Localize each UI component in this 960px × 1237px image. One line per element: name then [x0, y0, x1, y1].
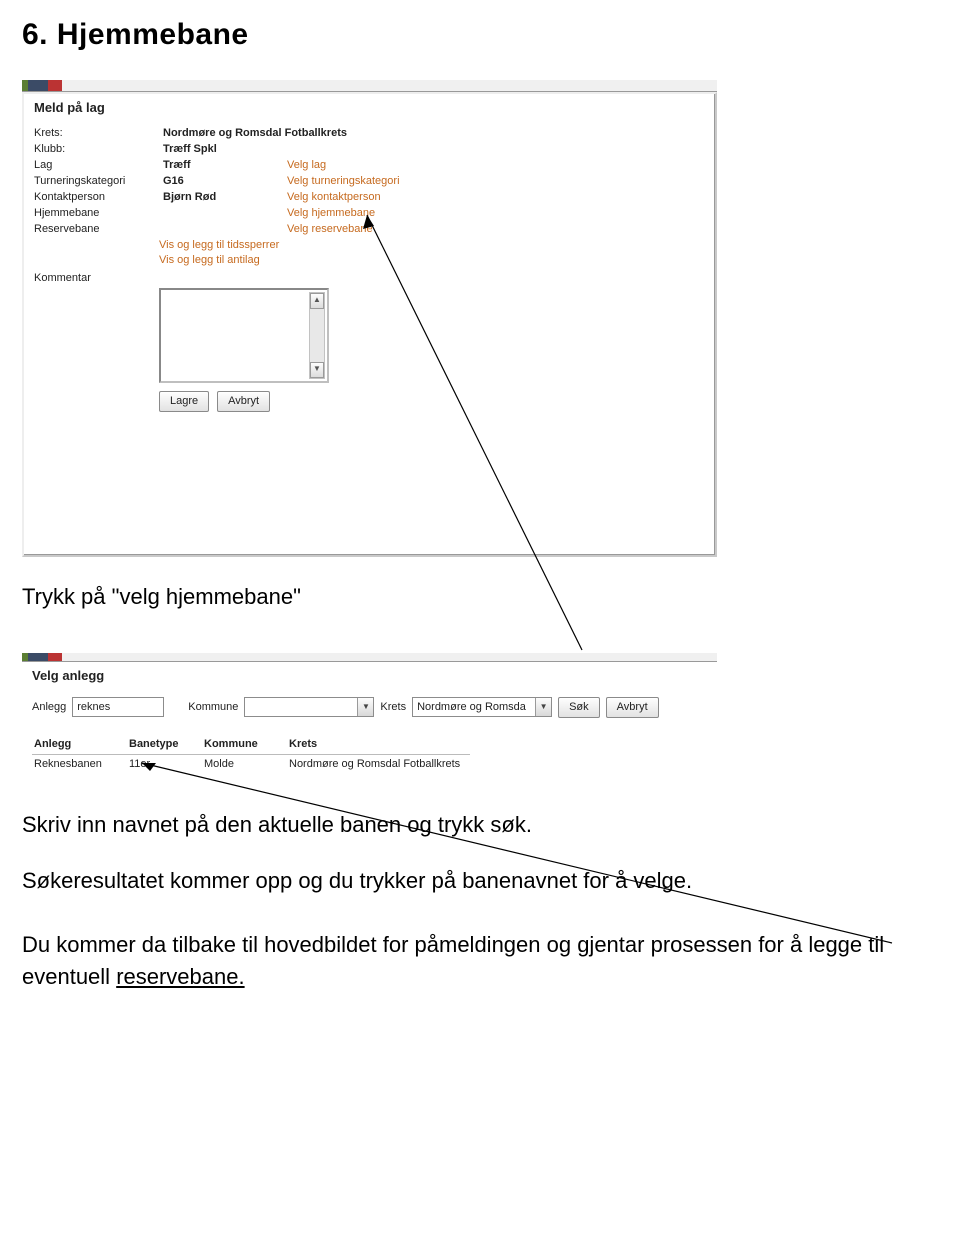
label-kommune: Kommune: [188, 701, 238, 713]
lagre-button[interactable]: Lagre: [159, 391, 209, 412]
label-klubb: Klubb:: [34, 143, 159, 155]
label-reservebane: Reservebane: [34, 223, 159, 235]
result-table: Anlegg Banetype Kommune Krets Reknesbane…: [32, 736, 470, 773]
kommentar-textarea[interactable]: ▲ ▼: [159, 288, 329, 383]
label-kommentar: Kommentar: [34, 266, 159, 284]
chevron-down-icon[interactable]: ▼: [357, 698, 373, 716]
chevron-down-icon[interactable]: ▼: [535, 698, 551, 716]
col-anlegg: Anlegg: [32, 736, 127, 755]
label-anlegg: Anlegg: [32, 701, 66, 713]
col-kommune: Kommune: [202, 736, 287, 755]
cell-banetype: 11er: [127, 754, 202, 773]
label-krets: Krets: [380, 701, 406, 713]
link-tidssperrer[interactable]: Vis og legg til tidssperrer: [159, 239, 705, 251]
panel-title: Meld på lag: [24, 94, 715, 125]
label-lag: Lag: [34, 159, 159, 171]
scroll-down-icon[interactable]: ▼: [310, 362, 324, 378]
value-lag: Træff: [163, 159, 283, 171]
col-banetype: Banetype: [127, 736, 202, 755]
screenshot-velg-anlegg: Velg anlegg Anlegg Kommune ▼ Krets ▼ Søk…: [22, 653, 717, 785]
screenshot-meld-paa-lag: Meld på lag Krets: Nordmøre og Romsdal F…: [22, 80, 717, 557]
avbryt-button[interactable]: Avbryt: [606, 697, 659, 718]
label-krets: Krets:: [34, 127, 159, 139]
link-velg-reservebane[interactable]: Velg reservebane: [287, 223, 705, 235]
krets-select[interactable]: [412, 697, 552, 717]
instruction-3: Søkeresultatet kommer opp og du trykker …: [22, 865, 938, 897]
panel-title: Velg anlegg: [32, 668, 707, 683]
anlegg-input[interactable]: [72, 697, 164, 717]
link-velg-lag[interactable]: Velg lag: [287, 159, 705, 171]
label-hjemmebane: Hjemmebane: [34, 207, 159, 219]
label-turneringskategori: Turneringskategori: [34, 175, 159, 187]
instruction-1: Trykk på "velg hjemmebane": [22, 581, 938, 613]
value-turneringskategori: G16: [163, 175, 283, 187]
textarea-scrollbar[interactable]: ▲ ▼: [309, 292, 325, 379]
instruction-2: Skriv inn navnet på den aktuelle banen o…: [22, 809, 938, 841]
link-velg-hjemmebane[interactable]: Velg hjemmebane: [287, 207, 705, 219]
instruction-4: Du kommer da tilbake til hovedbildet for…: [22, 929, 938, 993]
sok-button[interactable]: Søk: [558, 697, 600, 718]
value-krets: Nordmøre og Romsdal Fotballkrets: [163, 127, 705, 139]
table-row[interactable]: Reknesbanen 11er Molde Nordmøre og Romsd…: [32, 754, 470, 773]
cell-kommune: Molde: [202, 754, 287, 773]
link-antilag[interactable]: Vis og legg til antilag: [159, 254, 705, 266]
avbryt-button[interactable]: Avbryt: [217, 391, 270, 412]
reservebane-link-text: reservebane.: [116, 964, 244, 989]
kommune-select[interactable]: [244, 697, 374, 717]
link-velg-turneringskategori[interactable]: Velg turneringskategori: [287, 175, 705, 187]
cell-krets: Nordmøre og Romsdal Fotballkrets: [287, 754, 470, 773]
link-velg-kontaktperson[interactable]: Velg kontaktperson: [287, 191, 705, 203]
window-tabs-strip: [22, 653, 717, 662]
scroll-up-icon[interactable]: ▲: [310, 293, 324, 309]
value-klubb: Træff Spkl: [163, 143, 705, 155]
window-tabs-strip: [22, 80, 717, 92]
value-kontaktperson: Bjørn Rød: [163, 191, 283, 203]
cell-anlegg: Reknesbanen: [32, 754, 127, 773]
label-kontaktperson: Kontaktperson: [34, 191, 159, 203]
table-header-row: Anlegg Banetype Kommune Krets: [32, 736, 470, 755]
section-heading: 6. Hjemmebane: [22, 18, 938, 52]
col-krets: Krets: [287, 736, 470, 755]
